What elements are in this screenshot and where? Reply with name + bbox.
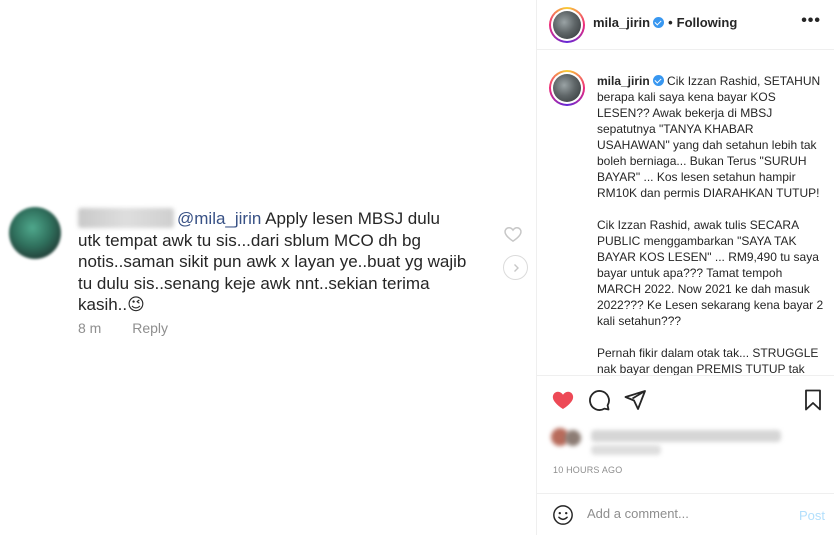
comment-line-1: Apply lesen MBSJ dulu [265, 209, 440, 228]
separator-dot: • [668, 15, 673, 30]
comment-icon[interactable] [587, 388, 611, 412]
caption-area: mila_jirin Cik Izzan Rashid, SETAHUN ber… [537, 50, 834, 375]
post-image: @mila_jirin Apply lesen MBSJ dulu utk te… [0, 0, 536, 535]
chevron-right-icon [513, 263, 519, 272]
emoji-icon[interactable] [552, 504, 574, 526]
comment-mention: @mila_jirin [177, 209, 262, 228]
share-icon[interactable] [623, 388, 647, 412]
wink-emoji: 😉 [127, 295, 145, 314]
post-button[interactable]: Post [799, 508, 825, 523]
comment-meta: 8 m Reply [78, 320, 195, 336]
header-username[interactable]: mila_jirin [593, 15, 650, 30]
header-username-line: mila_jirin • Following [593, 15, 737, 30]
heart-icon[interactable] [551, 388, 575, 412]
verified-icon [653, 17, 665, 28]
comment-time: 8 m [78, 320, 102, 336]
post-sidebar: mila_jirin • Following ••• mila_jirin Cik … [536, 0, 834, 535]
post-timestamp: 10 HOURS AGO [553, 465, 623, 475]
comment-line-2: utk tempat awk tu sis...dari sblum MCO d… [78, 230, 421, 250]
caption-avatar[interactable] [549, 70, 585, 106]
add-comment-bar: Post [537, 493, 834, 535]
following-button[interactable]: Following [677, 15, 738, 30]
comment-line-5: kasih.. [78, 295, 128, 314]
next-button[interactable] [503, 255, 528, 280]
commenter-avatar [9, 207, 61, 259]
avatar[interactable] [549, 7, 585, 43]
verified-icon [652, 75, 664, 86]
likes-blurred [551, 424, 781, 458]
more-icon[interactable]: ••• [801, 12, 821, 30]
heart-icon [504, 226, 522, 242]
comment-line-3: notis..saman sikit pun awk x layan ye..b… [78, 252, 467, 271]
caption-text: mila_jirin Cik Izzan Rashid, SETAHUN ber… [597, 73, 827, 375]
add-comment-input[interactable] [587, 506, 777, 521]
post-header: mila_jirin • Following ••• [537, 0, 834, 50]
action-bar [537, 375, 834, 423]
caption-body: Cik Izzan Rashid, SETAHUN berapa kali sa… [597, 74, 824, 375]
caption-username[interactable]: mila_jirin [597, 74, 650, 88]
comment-reply: Reply [132, 320, 169, 336]
comment-text: @mila_jirin Apply lesen MBSJ dulu utk te… [78, 208, 478, 316]
comment-line-4: tu dulu sis..senang keje awk nnt..sekian… [78, 273, 430, 293]
bookmark-icon[interactable] [801, 388, 825, 412]
